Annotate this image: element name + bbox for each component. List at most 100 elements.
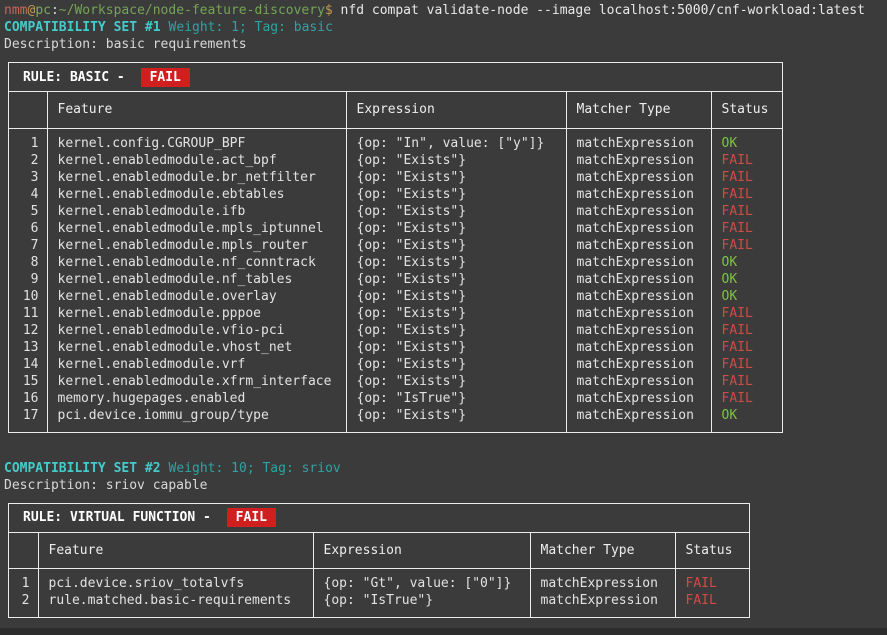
status-cell: OK [711, 128, 782, 152]
expression-cell: {op: "Exists"} [346, 186, 566, 203]
table-row: 7kernel.enabledmodule.mpls_router{op: "E… [9, 237, 782, 254]
feature-cell: kernel.enabledmodule.nf_tables [47, 271, 346, 288]
set-description: Description: basic requirements [4, 36, 887, 53]
terminal-window[interactable]: nmm@pc:~/Workspace/node-feature-discover… [0, 0, 887, 618]
matcher-type-cell: matchExpression [566, 271, 711, 288]
table-row: 2kernel.enabledmodule.act_bpf{op: "Exist… [9, 152, 782, 169]
row-number-cell: 4 [9, 186, 47, 203]
table-row: 8kernel.enabledmodule.nf_conntrack{op: "… [9, 254, 782, 271]
prompt-dollar-sign: $ [325, 3, 333, 18]
rule-label: RULE: BASIC - [23, 69, 133, 86]
matcher-type-cell: matchExpression [566, 288, 711, 305]
status-cell: FAIL [711, 169, 782, 186]
table-header-row: FeatureExpressionMatcher TypeStatus [9, 533, 749, 569]
table-row: 3kernel.enabledmodule.br_netfilter{op: "… [9, 169, 782, 186]
column-header: Matcher Type [530, 533, 675, 569]
matcher-type-cell: matchExpression [566, 254, 711, 271]
row-number-cell: 10 [9, 288, 47, 305]
prompt-separator: : [51, 3, 59, 18]
table-row: 16memory.hugepages.enabled{op: "IsTrue"}… [9, 390, 782, 407]
feature-cell: kernel.enabledmodule.vrf [47, 356, 346, 373]
row-number-cell: 1 [9, 569, 38, 593]
row-number-cell: 13 [9, 339, 47, 356]
matcher-type-cell: matchExpression [566, 305, 711, 322]
feature-table: FeatureExpressionMatcher TypeStatus 1pci… [9, 533, 749, 618]
status-cell: FAIL [711, 322, 782, 339]
status-cell: OK [711, 288, 782, 305]
expression-cell: {op: "IsTrue"} [346, 390, 566, 407]
rule-table-basic: RULE: BASIC - FAIL FeatureExpressionMatc… [8, 62, 783, 433]
expression-cell: {op: "Gt", value: ["0"]} [313, 569, 530, 593]
expression-cell: {op: "Exists"} [346, 305, 566, 322]
row-number-cell: 12 [9, 322, 47, 339]
compatibility-set-1: COMPATIBILITY SET #1Weight: 1; Tag: basi… [4, 19, 887, 433]
row-number-cell: 2 [9, 152, 47, 169]
status-cell: FAIL [711, 152, 782, 169]
expression-cell: {op: "Exists"} [346, 169, 566, 186]
column-header [9, 92, 47, 128]
column-header: Expression [346, 92, 566, 128]
table-row: 4kernel.enabledmodule.ebtables{op: "Exis… [9, 186, 782, 203]
window-bottom-edge [0, 628, 887, 635]
status-cell: FAIL [675, 592, 749, 617]
row-number-cell: 6 [9, 220, 47, 237]
matcher-type-cell: matchExpression [566, 390, 711, 407]
matcher-type-cell: matchExpression [566, 128, 711, 152]
expression-cell: {op: "Exists"} [346, 237, 566, 254]
row-number-cell: 2 [9, 592, 38, 617]
feature-cell: kernel.enabledmodule.ifb [47, 203, 346, 220]
row-number-cell: 14 [9, 356, 47, 373]
feature-cell: kernel.enabledmodule.act_bpf [47, 152, 346, 169]
status-cell: FAIL [711, 356, 782, 373]
table-row: 1kernel.config.CGROUP_BPF{op: "In", valu… [9, 128, 782, 152]
set-title: COMPATIBILITY SET #2 [4, 461, 161, 476]
row-number-cell: 17 [9, 407, 47, 432]
feature-cell: rule.matched.basic-requirements [38, 592, 313, 617]
matcher-type-cell: matchExpression [566, 152, 711, 169]
table-row: 11kernel.enabledmodule.pppoe{op: "Exists… [9, 305, 782, 322]
expression-cell: {op: "IsTrue"} [313, 592, 530, 617]
status-cell: FAIL [711, 305, 782, 322]
row-number-cell: 8 [9, 254, 47, 271]
feature-cell: kernel.enabledmodule.br_netfilter [47, 169, 346, 186]
feature-cell: kernel.enabledmodule.mpls_iptunnel [47, 220, 346, 237]
status-cell: FAIL [711, 373, 782, 390]
matcher-type-cell: matchExpression [566, 356, 711, 373]
column-header: Expression [313, 533, 530, 569]
expression-cell: {op: "Exists"} [346, 407, 566, 432]
matcher-type-cell: matchExpression [566, 203, 711, 220]
row-number-cell: 5 [9, 203, 47, 220]
prompt-line: nmm@pc:~/Workspace/node-feature-discover… [4, 2, 887, 19]
set-description: Description: sriov capable [4, 477, 887, 494]
table-row: 9kernel.enabledmodule.nf_tables{op: "Exi… [9, 271, 782, 288]
status-cell: FAIL [675, 569, 749, 593]
table-header-row: FeatureExpressionMatcher TypeStatus [9, 92, 782, 128]
feature-cell: kernel.enabledmodule.nf_conntrack [47, 254, 346, 271]
status-cell: FAIL [711, 390, 782, 407]
column-header: Matcher Type [566, 92, 711, 128]
table-row: 6kernel.enabledmodule.mpls_iptunnel{op: … [9, 220, 782, 237]
matcher-type-cell: matchExpression [566, 322, 711, 339]
prompt-hostname: pc [35, 3, 51, 18]
expression-cell: {op: "Exists"} [346, 288, 566, 305]
rule-table-virtual-function: RULE: VIRTUAL FUNCTION - FAIL FeatureExp… [8, 503, 750, 619]
feature-cell: kernel.enabledmodule.xfrm_interface [47, 373, 346, 390]
feature-cell: pci.device.sriov_totalvfs [38, 569, 313, 593]
command-text: nfd compat validate-node --image localho… [333, 3, 865, 18]
feature-cell: pci.device.iommu_group/type [47, 407, 346, 432]
feature-cell: memory.hugepages.enabled [47, 390, 346, 407]
expression-cell: {op: "Exists"} [346, 220, 566, 237]
rule-status-badge: FAIL [227, 508, 276, 527]
column-header: Status [675, 533, 749, 569]
table-row: 10kernel.enabledmodule.overlay{op: "Exis… [9, 288, 782, 305]
status-cell: FAIL [711, 339, 782, 356]
rule-label: RULE: VIRTUAL FUNCTION - [23, 509, 219, 526]
table-row: 17pci.device.iommu_group/type{op: "Exist… [9, 407, 782, 432]
set-title: COMPATIBILITY SET #1 [4, 20, 161, 35]
expression-cell: {op: "Exists"} [346, 152, 566, 169]
table-row: 12kernel.enabledmodule.vfio-pci{op: "Exi… [9, 322, 782, 339]
matcher-type-cell: matchExpression [566, 220, 711, 237]
column-header: Feature [38, 533, 313, 569]
status-cell: FAIL [711, 237, 782, 254]
feature-cell: kernel.enabledmodule.mpls_router [47, 237, 346, 254]
